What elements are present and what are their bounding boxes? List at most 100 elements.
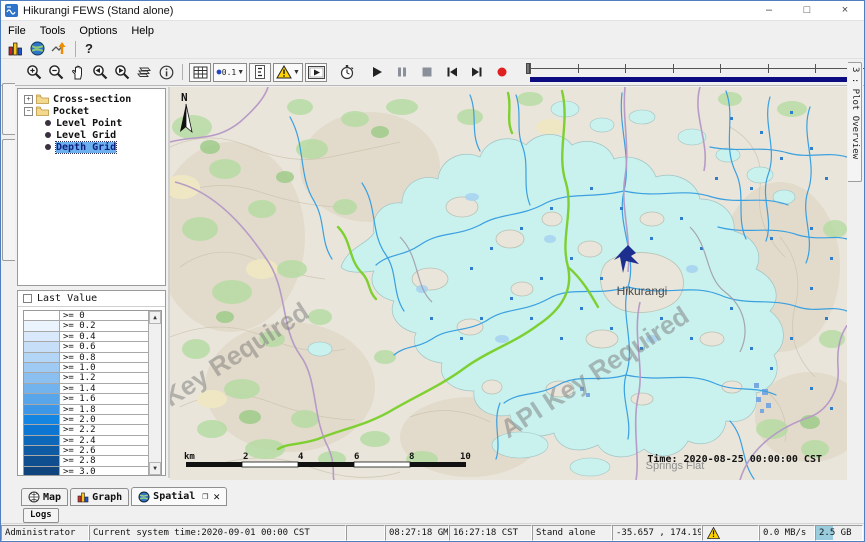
legend-row: >= 1.8	[24, 405, 161, 415]
title-bar: Hikurangi FEWS (Stand alone) – □ ×	[1, 1, 864, 21]
map-display-button[interactable]	[26, 39, 48, 59]
menu-file[interactable]: File	[1, 24, 33, 38]
legend-label: >= 2.6	[60, 446, 96, 455]
menu-tools[interactable]: Tools	[33, 24, 73, 38]
warning-dropdown-button[interactable]: ▼	[273, 63, 303, 82]
legend-button[interactable]	[249, 63, 271, 82]
status-empty	[346, 525, 385, 541]
zoom-next-icon	[114, 64, 130, 80]
zoom-next-button[interactable]	[111, 62, 133, 82]
legend-swatch	[24, 332, 60, 341]
interval-dropdown-button[interactable]: 0.1▼	[213, 63, 247, 82]
svg-text:8: 8	[409, 452, 414, 462]
tab-data-viewer[interactable]: 6 : Data Viewer	[2, 139, 15, 261]
legend-row: >= 2.2	[24, 425, 161, 435]
step-forward-button[interactable]	[466, 62, 488, 82]
legend-swatch	[24, 425, 60, 434]
step-backward-button[interactable]	[441, 62, 463, 82]
tree-item-label: Pocket	[53, 106, 89, 117]
step-forward-icon	[471, 66, 483, 78]
logs-button[interactable]: Logs	[23, 508, 59, 523]
timeline-progress-bar	[530, 77, 862, 82]
info-button[interactable]	[155, 62, 177, 82]
status-system-time: Current system time:2020-09-01 00:00 CST	[89, 525, 346, 541]
tab-graph[interactable]: Graph	[70, 488, 129, 506]
legend-label: >= 1.8	[60, 405, 96, 414]
menu-options[interactable]: Options	[72, 24, 124, 38]
import-button[interactable]	[48, 39, 70, 59]
legend-swatch	[24, 384, 60, 393]
left-tab-strip: 5 : Forec 6 : Data Viewer	[1, 87, 15, 485]
collapse-icon[interactable]: −	[24, 107, 33, 116]
interval-value: 0.1	[222, 68, 236, 77]
legend-row: >= 1.0	[24, 363, 161, 373]
expand-icon[interactable]: +	[24, 95, 33, 104]
stop-button[interactable]	[416, 62, 438, 82]
help-icon[interactable]: ?	[81, 41, 97, 56]
slider-tick	[815, 64, 816, 73]
tab-plot-overview[interactable]: 3 : Plot Overview	[848, 62, 862, 182]
tab-spatial[interactable]: Spatial ❒ ✕	[131, 487, 227, 506]
legend-swatch	[24, 467, 60, 475]
legend-scrollbar[interactable]: ▲ ▼	[148, 311, 161, 475]
scroll-up-icon[interactable]: ▲	[149, 311, 161, 324]
zoom-previous-button[interactable]	[89, 62, 111, 82]
grid-icon	[193, 66, 208, 79]
legend-header: Last Value	[18, 291, 165, 307]
scroll-down-icon[interactable]: ▼	[149, 462, 161, 475]
last-value-checkbox[interactable]	[23, 294, 32, 303]
tab-map[interactable]: Map	[21, 488, 68, 506]
layers-icon	[136, 65, 152, 79]
pan-button[interactable]	[67, 62, 89, 82]
status-user: Administrator	[1, 525, 89, 541]
tree-item-label: Depth Grid	[56, 142, 116, 153]
zoom-in-button[interactable]	[23, 62, 45, 82]
maximize-button[interactable]: □	[788, 1, 826, 20]
database-button[interactable]	[4, 39, 26, 59]
svg-text:2: 2	[243, 452, 248, 462]
animation-button[interactable]	[305, 63, 327, 82]
pause-button[interactable]	[391, 62, 413, 82]
slider-tick	[578, 64, 579, 73]
chevron-down-icon: ▼	[293, 69, 300, 76]
zoom-out-button[interactable]	[45, 62, 67, 82]
legend-swatch	[24, 342, 60, 351]
tree-item-pocket[interactable]: − Pocket	[18, 105, 165, 117]
legend-swatch	[24, 321, 60, 330]
status-mode: Stand alone	[532, 525, 612, 541]
legend-row: >= 2.8	[24, 456, 161, 466]
time-slider[interactable]	[526, 61, 865, 83]
flood-map[interactable]: API Key Required API Key Required Hikura…	[170, 87, 847, 480]
legend-label: >= 1.2	[60, 373, 96, 382]
tree-item-depth-grid[interactable]: Depth Grid	[18, 141, 165, 153]
play-button[interactable]	[366, 62, 388, 82]
svg-text:10: 10	[460, 452, 471, 462]
legend-icon	[255, 65, 265, 79]
legend-row: >= 0	[24, 311, 161, 321]
record-button[interactable]	[491, 62, 513, 82]
tab-maximize-icon[interactable]: ❒	[202, 491, 208, 502]
pan-icon	[71, 65, 86, 80]
status-warning[interactable]	[702, 525, 759, 541]
tree-item-cross-section[interactable]: +Cross-section	[18, 93, 165, 105]
legend-row: >= 2.4	[24, 436, 161, 446]
layers-button[interactable]	[133, 62, 155, 82]
status-local-time: 16:27:18 CST	[449, 525, 532, 541]
timer-button[interactable]	[336, 62, 358, 82]
menu-help[interactable]: Help	[124, 24, 161, 38]
slider-tick	[673, 64, 674, 73]
tab-forecast[interactable]: 5 : Forec	[2, 83, 15, 135]
chevron-down-icon: ▼	[237, 69, 244, 76]
minimize-button[interactable]: –	[750, 1, 788, 20]
tab-close-icon[interactable]: ✕	[213, 490, 220, 503]
tree-item-level-point[interactable]: Level Point	[18, 117, 165, 129]
grid-button[interactable]	[189, 63, 211, 82]
bullet-icon	[45, 120, 51, 126]
tree-item-level-grid[interactable]: Level Grid	[18, 129, 165, 141]
legend-row: >= 0.6	[24, 342, 161, 352]
close-button[interactable]: ×	[826, 1, 864, 20]
map-view[interactable]: API Key Required API Key Required Hikura…	[170, 87, 847, 480]
toolbar-separator	[75, 41, 76, 57]
play-icon	[371, 66, 383, 78]
slider-handle[interactable]	[526, 63, 530, 74]
